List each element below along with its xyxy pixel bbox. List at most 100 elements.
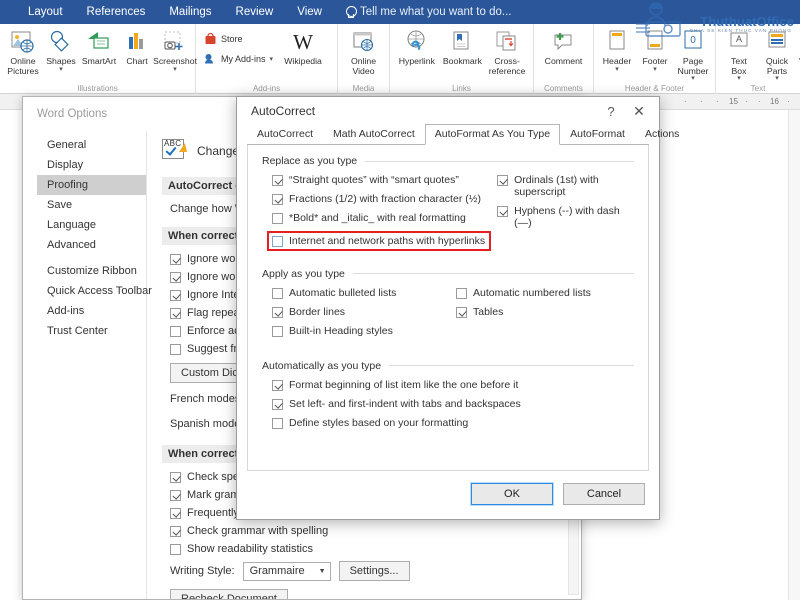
checkbox-box[interactable] [170, 526, 181, 537]
checkbox-box[interactable] [170, 308, 181, 319]
checkbox-box[interactable] [170, 254, 181, 265]
ribbon-button-online-video[interactable]: Online Video [342, 24, 385, 76]
ribbon-button-online-pictures[interactable]: Online Pictures [4, 24, 42, 76]
checkbox-automatic-numbered-lists[interactable]: Automatic numbered lists [456, 287, 634, 299]
chevron-down-icon[interactable]: ▾ [173, 67, 177, 73]
nav-item-general[interactable]: General [37, 135, 146, 155]
checkbox-format-beginning-of-list-item[interactable]: Format beginning of list item like the o… [272, 379, 634, 391]
nav-item-save[interactable]: Save [37, 195, 146, 215]
ribbon-button-screenshot[interactable]: Screenshot ▾ [156, 24, 194, 73]
ribbon-group-text: A Text Box ▾ Quick Parts ▾ [716, 24, 800, 94]
recheck-document-button[interactable]: Recheck Document [170, 589, 288, 599]
chevron-down-icon[interactable]: ▾ [270, 55, 274, 63]
menu-item-review[interactable]: Review [236, 6, 274, 18]
nav-item-language[interactable]: Language [37, 215, 146, 235]
ok-button[interactable]: OK [471, 483, 553, 505]
checkbox-box[interactable] [170, 508, 181, 519]
ribbon-button-store[interactable]: Store [200, 29, 277, 49]
checkbox-check-grammar-with-spelling[interactable]: Check grammar with spelling [162, 525, 569, 537]
checkbox-automatic-bulleted-lists[interactable]: Automatic bulleted lists [272, 287, 450, 299]
menu-item-layout[interactable]: Layout [28, 6, 63, 18]
nav-item-customize-ribbon[interactable]: Customize Ribbon [37, 261, 146, 281]
checkbox-box[interactable] [170, 344, 181, 355]
checkbox-box[interactable] [272, 236, 283, 247]
checkbox-box[interactable] [170, 472, 181, 483]
chevron-down-icon[interactable]: ▾ [775, 76, 779, 82]
checkbox-box[interactable] [456, 288, 467, 299]
checkbox-box[interactable] [497, 206, 508, 217]
writing-style-combo[interactable]: Grammaire ▼ [243, 562, 331, 581]
checkbox-fractions[interactable]: Fractions (1/2) with fraction character … [272, 193, 491, 205]
ribbon-button-cross-reference[interactable]: Cross- reference [485, 24, 529, 76]
checkbox-box[interactable] [170, 544, 181, 555]
nav-item-proofing[interactable]: Proofing [37, 175, 146, 195]
checkbox-box[interactable] [497, 175, 508, 186]
checkbox-box[interactable] [272, 175, 283, 186]
tab-actions[interactable]: Actions [635, 124, 689, 144]
close-icon[interactable]: ✕ [625, 99, 653, 123]
ribbon-button-comment[interactable]: Comment [538, 24, 589, 67]
nav-item-add-ins[interactable]: Add-ins [37, 301, 146, 321]
ribbon-button-quick-parts[interactable]: Quick Parts ▾ [758, 24, 796, 82]
ribbon-button-wordart[interactable]: A WordArt ▾ [796, 24, 800, 73]
checkbox-readability-statistics[interactable]: Show readability statistics [162, 543, 569, 555]
tab-autoformat-as-you-type[interactable]: AutoFormat As You Type [425, 124, 560, 145]
checkbox-box[interactable] [456, 307, 467, 318]
help-question-icon[interactable]: ? [597, 99, 625, 123]
menu-item-view[interactable]: View [297, 6, 322, 18]
checkbox-box[interactable] [272, 307, 283, 318]
ribbon-button-smartart[interactable]: SmartArt [80, 24, 118, 67]
checkbox-tables[interactable]: Tables [456, 306, 634, 318]
menu-item-references[interactable]: References [87, 6, 146, 18]
checkbox-border-lines[interactable]: Border lines [272, 306, 450, 318]
checkbox-box[interactable] [170, 290, 181, 301]
tab-math-autocorrect[interactable]: Math AutoCorrect [323, 124, 425, 144]
ribbon-button-page-number[interactable]: 0 Page Number ▾ [674, 24, 712, 82]
ribbon-button-shapes[interactable]: Shapes ▾ [42, 24, 80, 73]
ribbon-button-bookmark[interactable]: Bookmark [440, 24, 486, 67]
tell-me-box[interactable]: Tell me what you want to do... [346, 6, 512, 18]
checkbox-box[interactable] [272, 399, 283, 410]
document-vertical-scrollbar[interactable] [788, 110, 800, 600]
chevron-down-icon[interactable]: ▾ [615, 67, 619, 73]
ribbon-button-chart[interactable]: Chart [118, 24, 156, 67]
checkbox-hyphens[interactable]: Hyphens (--) with dash (—) [497, 205, 634, 229]
checkbox-straight-quotes[interactable]: “Straight quotes” with “smart quotes” [272, 174, 491, 186]
checkbox-box[interactable] [272, 194, 283, 205]
tab-autocorrect[interactable]: AutoCorrect [247, 124, 323, 144]
checkbox-ordinals[interactable]: Ordinals (1st) with superscript [497, 174, 634, 198]
checkbox-internet-network-paths[interactable]: Internet and network paths with hyperlin… [272, 235, 485, 247]
nav-item-display[interactable]: Display [37, 155, 146, 175]
chevron-down-icon[interactable]: ▾ [691, 76, 695, 82]
checkbox-builtin-heading-styles[interactable]: Built-in Heading styles [272, 325, 450, 337]
nav-item-quick-access-toolbar[interactable]: Quick Access Toolbar [37, 281, 146, 301]
checkbox-box[interactable] [272, 418, 283, 429]
checkbox-box[interactable] [272, 326, 283, 337]
tab-autoformat[interactable]: AutoFormat [560, 124, 635, 144]
ribbon-button-my-addins[interactable]: My Add-ins ▾ [200, 49, 277, 69]
menu-item-mailings[interactable]: Mailings [169, 6, 211, 18]
ribbon-button-header[interactable]: Header ▾ [598, 24, 636, 73]
autocorrect-titlebar[interactable]: AutoCorrect ? ✕ [237, 97, 659, 125]
checkbox-box[interactable] [272, 288, 283, 299]
cancel-button[interactable]: Cancel [563, 483, 645, 505]
ribbon-button-text-box[interactable]: A Text Box ▾ [720, 24, 758, 82]
chevron-down-icon[interactable]: ▼ [319, 568, 326, 575]
checkbox-box[interactable] [170, 490, 181, 501]
ribbon-button-wikipedia[interactable]: W Wikipedia [277, 24, 329, 67]
chevron-down-icon[interactable]: ▾ [59, 67, 63, 73]
checkbox-box[interactable] [272, 213, 283, 224]
ribbon-button-footer[interactable]: Footer ▾ [636, 24, 674, 73]
ribbon-button-hyperlink[interactable]: Hyperlink [394, 24, 440, 67]
checkbox-define-styles-based-on-formatting[interactable]: Define styles based on your formatting [272, 417, 634, 429]
checkbox-set-left-and-first-indent[interactable]: Set left- and first-indent with tabs and… [272, 398, 634, 410]
chevron-down-icon[interactable]: ▾ [653, 67, 657, 73]
checkbox-bold-italic[interactable]: *Bold* and _italic_ with real formatting [272, 212, 491, 224]
grammar-settings-button[interactable]: Settings... [339, 561, 410, 581]
checkbox-box[interactable] [170, 326, 181, 337]
nav-item-trust-center[interactable]: Trust Center [37, 321, 146, 341]
nav-item-advanced[interactable]: Advanced [37, 235, 146, 255]
chevron-down-icon[interactable]: ▾ [737, 76, 741, 82]
checkbox-box[interactable] [170, 272, 181, 283]
checkbox-box[interactable] [272, 380, 283, 391]
